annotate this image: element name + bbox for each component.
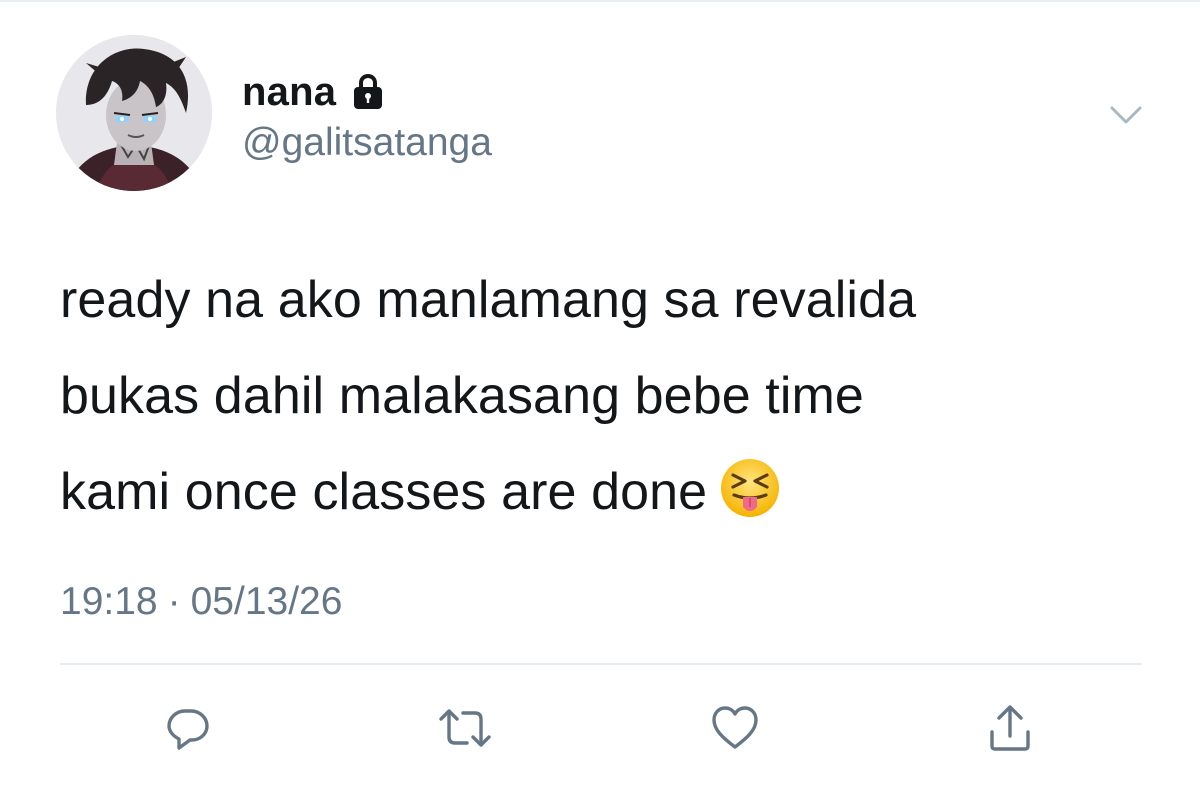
lock-icon <box>348 72 388 112</box>
avatar-illustration <box>56 35 212 191</box>
tweet-text: ready na ako manlamang sa revalida bukas… <box>60 252 1160 540</box>
tweet-date: 05/13/26 <box>190 580 343 623</box>
top-divider <box>0 0 1200 2</box>
like-button[interactable] <box>705 698 765 758</box>
display-name[interactable]: nana <box>242 70 336 115</box>
action-divider <box>60 663 1142 665</box>
tweet-line-last: kami once classes are done <box>60 444 1160 540</box>
action-bar <box>0 690 1200 770</box>
tweet-time: 19:18 <box>60 580 158 623</box>
display-name-row: nana <box>242 66 388 118</box>
retweet-button[interactable] <box>435 698 495 758</box>
avatar[interactable] <box>56 35 212 191</box>
user-handle[interactable]: @galitsatanga <box>242 121 492 165</box>
reply-icon <box>163 703 213 753</box>
tweet-timestamp[interactable]: 19:18 · 05/13/26 <box>60 580 342 624</box>
share-icon <box>985 702 1035 754</box>
chevron-down-icon[interactable] <box>1106 100 1146 132</box>
tweet-line-text: kami once classes are done <box>60 463 708 521</box>
tweet-line: ready na ako manlamang sa revalida <box>60 271 917 329</box>
tweet-line: bukas dahil malakasang bebe time <box>60 367 864 425</box>
share-button[interactable] <box>980 698 1040 758</box>
squinting-face-with-tongue-icon <box>719 454 781 517</box>
retweet-icon <box>437 703 493 753</box>
reply-button[interactable] <box>158 698 218 758</box>
timestamp-separator: · <box>167 580 181 623</box>
heart-icon <box>709 703 761 753</box>
tweet-card: nana @galitsatanga ready na ako manlaman… <box>0 0 1200 791</box>
